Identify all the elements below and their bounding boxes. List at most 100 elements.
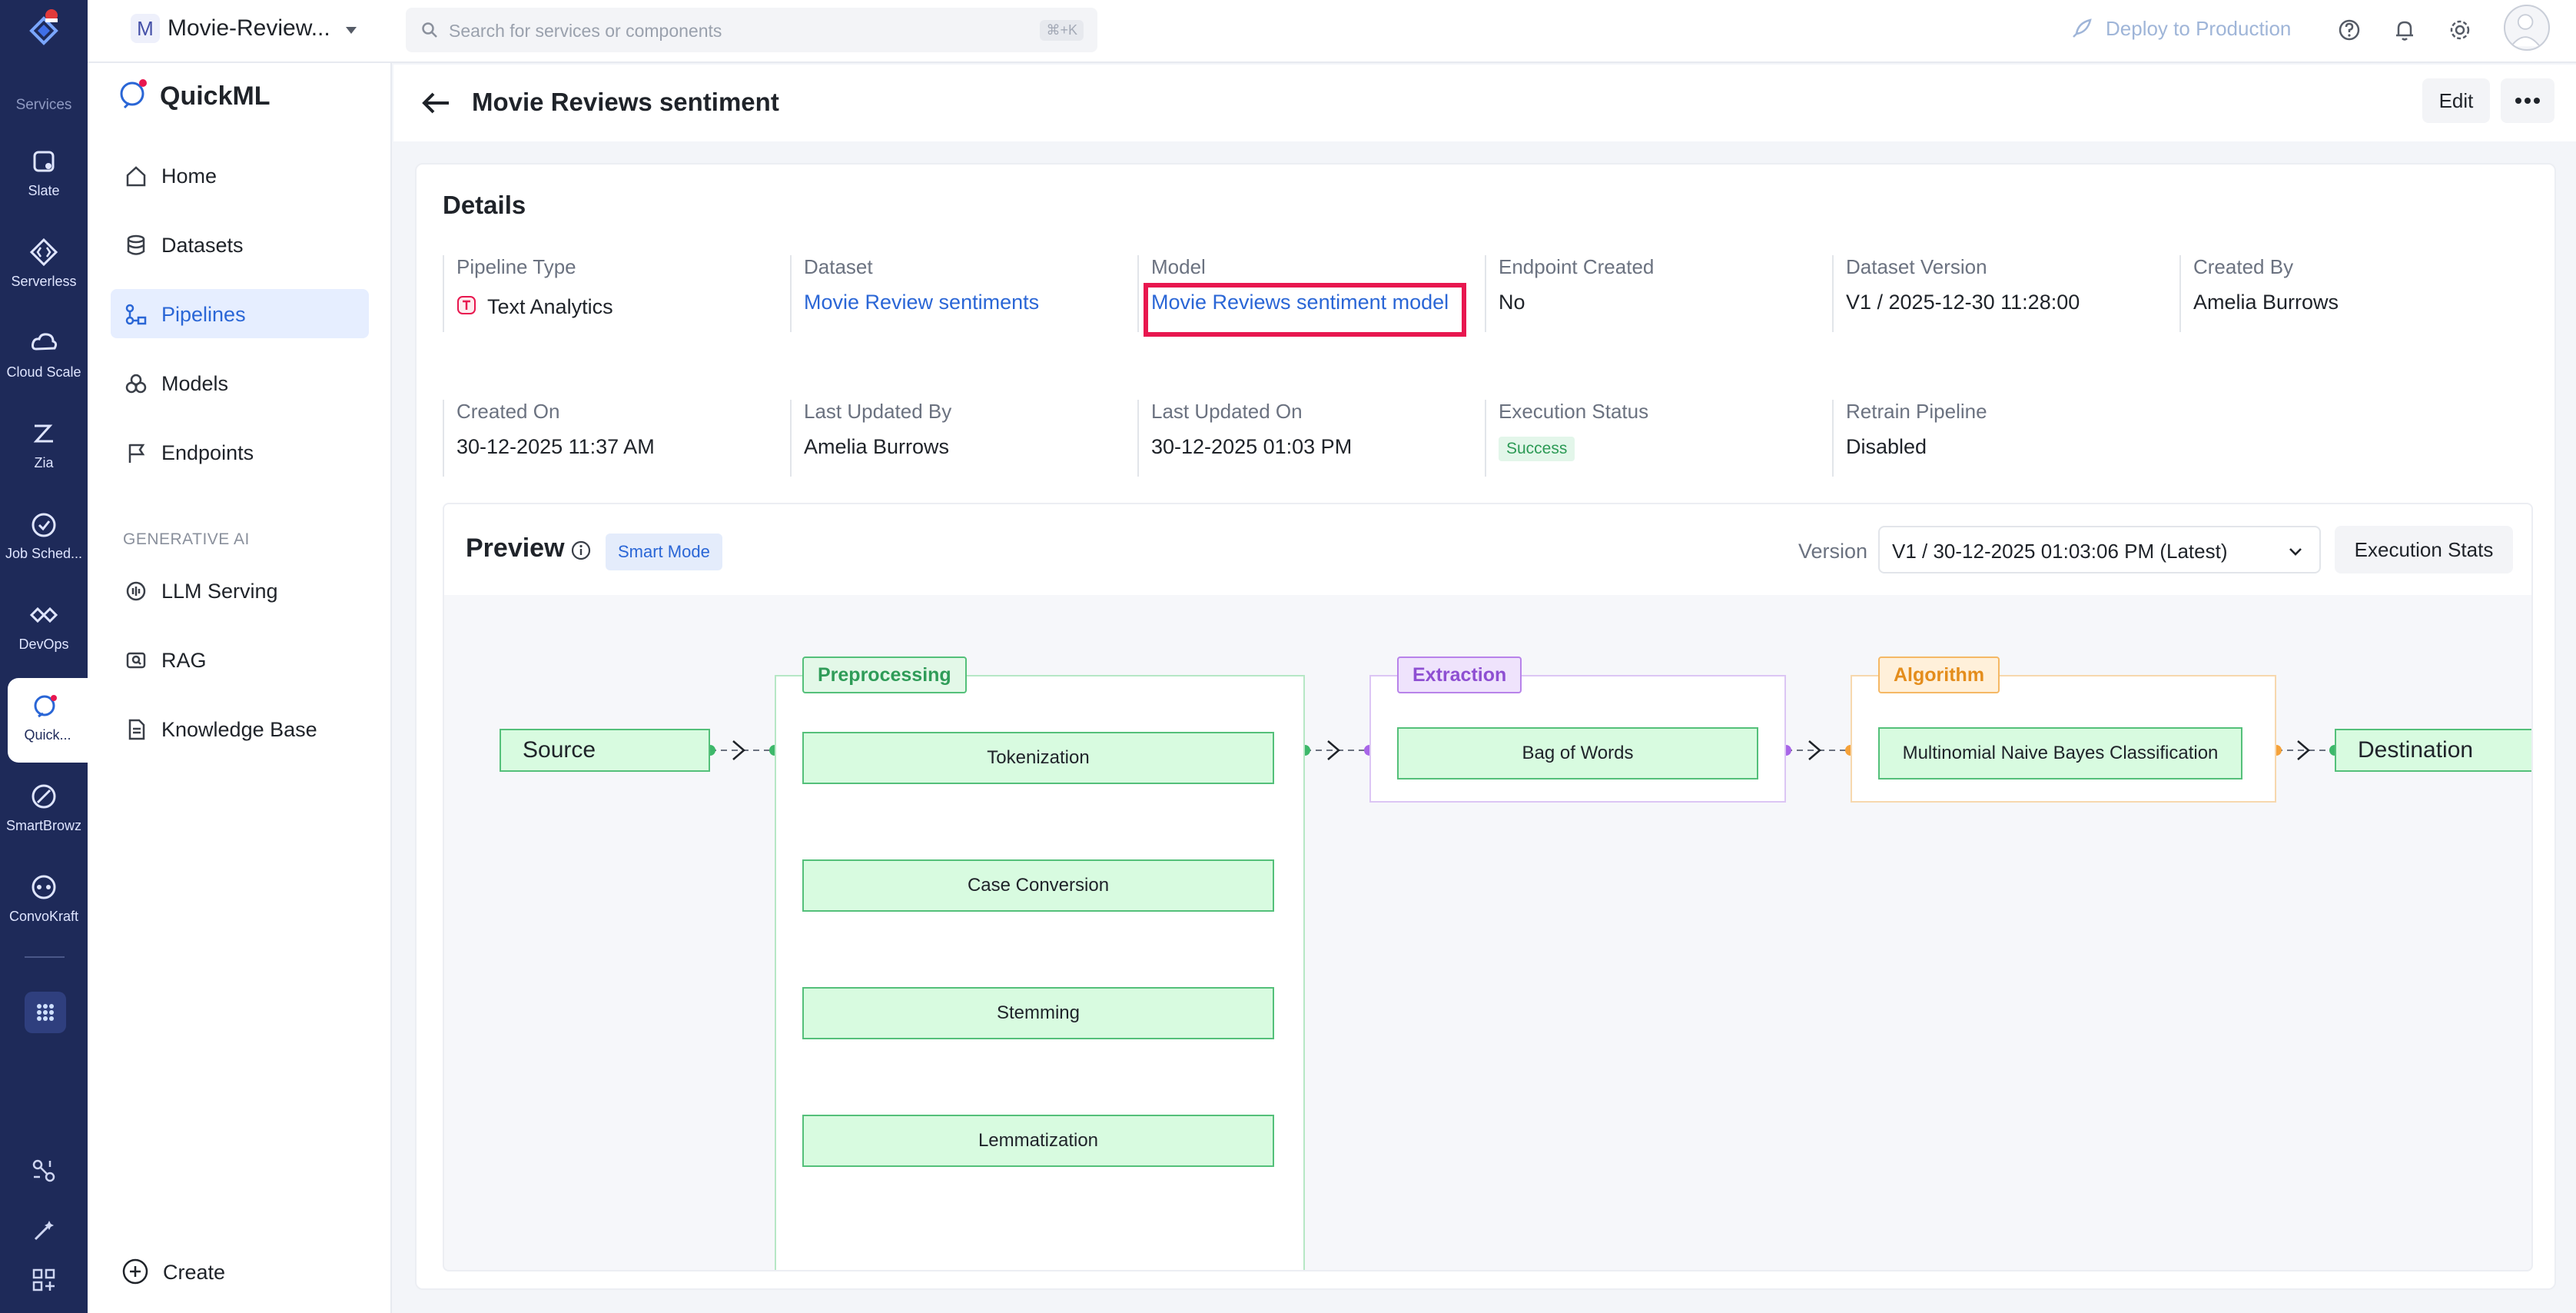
sidebar-item-label: Datasets <box>161 234 244 257</box>
field-label: Dataset Version <box>1846 255 1987 278</box>
rail-item-zia[interactable]: Zia <box>0 406 88 490</box>
all-services-button[interactable] <box>25 992 66 1033</box>
search-bar[interactable]: Search for services or components ⌘+K <box>406 8 1097 52</box>
magic-wand-icon[interactable] <box>31 1218 57 1244</box>
rail-item-label: Cloud Scale <box>6 364 81 380</box>
bell-icon[interactable] <box>2392 17 2418 43</box>
rail-item-convokraft[interactable]: ConvoKraft <box>0 859 88 944</box>
field-value: No <box>1499 291 1525 314</box>
sidebar-item-rag[interactable]: RAG <box>111 635 369 684</box>
field-last-updated-by: Last Updated By Amelia Burrows <box>790 400 1120 477</box>
job-scheduling-icon <box>32 513 56 537</box>
field-last-updated-on: Last Updated On 30-12-2025 01:03 PM <box>1137 400 1468 477</box>
field-label: Pipeline Type <box>456 255 576 278</box>
step-bag-of-words[interactable]: Bag of Words <box>1397 727 1758 779</box>
rail-item-slate[interactable]: Slate <box>0 134 88 218</box>
services-label: Services <box>15 97 72 113</box>
field-dataset: Dataset Movie Review sentiments <box>790 255 1120 332</box>
sidebar-item-llm-serving[interactable]: LLM Serving <box>111 566 369 615</box>
integrations-icon[interactable] <box>31 1158 57 1184</box>
sidebar-item-endpoints[interactable]: Endpoints <box>111 427 369 477</box>
database-icon <box>127 234 145 255</box>
sidebar-item-pipelines[interactable]: Pipelines <box>111 289 369 338</box>
catalyst-logo-icon[interactable] <box>24 8 64 54</box>
field-value: Disabled <box>1846 435 1927 458</box>
field-label: Created On <box>456 400 560 423</box>
sidebar-item-label: LLM Serving <box>161 580 278 603</box>
algorithm-to-destination-connector <box>2271 740 2340 760</box>
quickml-logo-icon <box>120 79 147 109</box>
step-case-conversion[interactable]: Case Conversion <box>802 859 1274 912</box>
edit-button[interactable]: Edit <box>2422 78 2490 123</box>
rail-item-quickml[interactable]: Quick... <box>8 678 88 763</box>
sidebar-title: QuickML <box>160 81 271 111</box>
project-name[interactable]: Movie-Review... <box>168 15 330 42</box>
sidebar-item-label: Knowledge Base <box>161 718 317 741</box>
cloud-scale-icon <box>32 333 58 351</box>
field-value: 30-12-2025 11:37 AM <box>456 435 655 458</box>
step-stemming[interactable]: Stemming <box>802 987 1274 1039</box>
rail-item-label: ConvoKraft <box>8 909 79 924</box>
rail-item-serverless[interactable]: Serverless <box>0 224 88 309</box>
page-title: Movie Reviews sentiment <box>472 88 779 116</box>
project-avatar[interactable]: M <box>131 14 160 43</box>
help-icon[interactable] <box>2336 17 2362 43</box>
field-value: Text Analytics <box>487 295 613 318</box>
field-label: Endpoint Created <box>1499 255 1655 278</box>
document-icon <box>128 719 145 740</box>
search-shortcut: ⌘+K <box>1040 20 1084 41</box>
llm-serving-icon <box>126 581 146 601</box>
sidebar-item-home[interactable]: Home <box>111 151 369 200</box>
generative-ai-section-label: GENERATIVE AI <box>123 530 250 548</box>
sidebar-item-models[interactable]: Models <box>111 358 369 407</box>
text-analytics-icon <box>457 296 476 314</box>
pipeline-icon <box>125 304 147 325</box>
rail-item-label: SmartBrowz <box>5 818 81 833</box>
preprocessing-to-extraction-connector <box>1300 740 1375 760</box>
sidebar-item-knowledge-base[interactable]: Knowledge Base <box>111 704 369 753</box>
page-header: Movie Reviews sentiment Edit <box>393 65 2576 141</box>
field-created-on: Created On 30-12-2025 11:37 AM <box>443 400 773 477</box>
step-multinomial-naive-bayes[interactable]: Multinomial Naive Bayes Classification <box>1878 727 2242 779</box>
preview-panel: Preview Smart Mode Version V1 / 30-12-20… <box>443 503 2533 1271</box>
sidebar-item-label: Pipelines <box>161 303 246 326</box>
user-avatar[interactable] <box>2504 5 2550 51</box>
serverless-icon <box>29 238 58 267</box>
quickml-icon <box>34 695 57 718</box>
smartbrowz-icon <box>32 784 56 809</box>
rail-item-smartbrowz[interactable]: SmartBrowz <box>0 769 88 853</box>
rail-item-label: Zia <box>34 455 54 470</box>
more-options-button[interactable] <box>2501 78 2554 123</box>
search-icon <box>422 22 437 38</box>
field-dataset-version: Dataset Version V1 / 2025-12-30 11:28:00 <box>1832 255 2163 332</box>
rail-item-label: Serverless <box>11 274 77 289</box>
dataset-link[interactable]: Movie Review sentiments <box>804 291 1039 314</box>
slate-icon <box>33 151 55 172</box>
add-widget-icon[interactable] <box>31 1267 57 1293</box>
gear-icon[interactable] <box>2447 17 2473 43</box>
search-input[interactable]: Search for services or components <box>449 21 722 42</box>
field-label: Created By <box>2193 255 2294 278</box>
rail-item-label: Slate <box>28 183 60 198</box>
field-label: Execution Status <box>1499 400 1649 423</box>
quickml-sidebar: QuickML Home Datasets Pipelines Models E… <box>88 63 392 1313</box>
destination-node[interactable]: Destination <box>2335 729 2531 772</box>
convokraft-icon <box>32 875 56 899</box>
back-arrow-icon[interactable] <box>418 85 455 121</box>
caret-down-icon[interactable] <box>341 20 361 40</box>
rail-item-label: DevOps <box>18 637 69 652</box>
sidebar-item-datasets[interactable]: Datasets <box>111 220 369 269</box>
field-label: Retrain Pipeline <box>1846 400 1987 423</box>
step-lemmatization[interactable]: Lemmatization <box>802 1115 1274 1167</box>
step-tokenization[interactable]: Tokenization <box>802 732 1274 784</box>
field-value: Amelia Burrows <box>2193 291 2339 314</box>
field-value: Amelia Burrows <box>804 435 950 458</box>
details-title: Details <box>443 191 526 219</box>
rail-item-devops[interactable]: DevOps <box>0 587 88 672</box>
rail-item-job-scheduling[interactable]: Job Sched... <box>0 497 88 581</box>
rag-icon <box>126 652 146 669</box>
rail-item-cloud-scale[interactable]: Cloud Scale <box>0 315 88 400</box>
top-bar: M Movie-Review... Search for services or… <box>88 0 2576 63</box>
field-endpoint-created: Endpoint Created No <box>1485 255 1815 332</box>
source-node[interactable]: Source <box>500 729 710 772</box>
